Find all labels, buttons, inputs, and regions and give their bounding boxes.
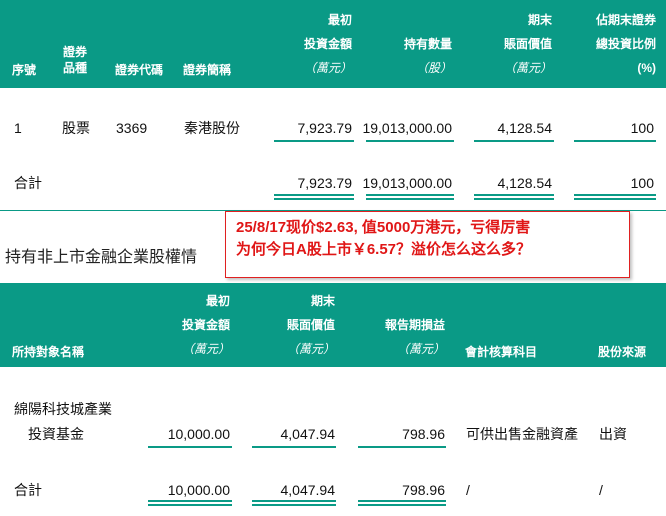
t1-header-ratio-l2: 總投資比例 <box>595 37 656 51</box>
t1-row-name: 秦港股份 <box>184 120 240 136</box>
t1-total-book: 4,128.54 <box>497 175 553 191</box>
t2-row-underline-book <box>252 446 336 448</box>
t1-total-underline-cost <box>274 194 354 200</box>
t1-header-ratio-l1: 佔期末證券 <box>595 13 656 27</box>
t1-header-cost: 最初 投資金額 （萬元） <box>262 12 352 76</box>
t1-row-code: 3369 <box>116 120 148 136</box>
t2-total-pl: 798.96 <box>402 482 445 498</box>
t2-row-acct: 可供出售金融資產 <box>466 426 578 442</box>
t1-row-book: 4,128.54 <box>497 120 553 136</box>
t2-header-pl: 報告期損益 （萬元） <box>350 317 445 357</box>
t2-row-source: 出資 <box>599 426 627 442</box>
t1-header-ratio: 佔期末證券 總投資比例 (%) <box>562 12 656 76</box>
t2-row-pl: 798.96 <box>402 426 445 442</box>
t2-header-book-l1: 期末 <box>310 294 335 308</box>
t1-header-book-l2: 賬面價值 <box>503 37 552 51</box>
t1-total-underline-ratio <box>574 194 656 200</box>
t2-header-source: 股份來源 <box>598 345 647 359</box>
section2-title: 持有非上市金融企業股權情 <box>5 249 198 266</box>
t1-header-cost-unit: （萬元） <box>303 61 352 75</box>
t1-row-underline-cost <box>274 140 354 142</box>
t1-row-seq: 1 <box>14 120 22 136</box>
t2-header-cost-unit: （萬元） <box>181 342 230 356</box>
t2-row-underline-pl <box>358 446 446 448</box>
t2-header-pl-unit: （萬元） <box>396 342 445 356</box>
t1-row-ratio: 100 <box>630 120 654 136</box>
t1-total-cost: 7,923.79 <box>297 175 353 191</box>
t2-header-pl-l1: 報告期損益 <box>384 318 445 332</box>
t2-header-cost-l1: 最初 <box>205 294 230 308</box>
t2-header-book-l2: 賬面價值 <box>286 318 335 332</box>
t2-row-name-l1: 綿陽科技城產業 <box>14 401 112 417</box>
t1-row-qty: 19,013,000.00 <box>362 120 452 136</box>
note-line2: 为何今日A股上市￥6.57？溢价怎么这么多？ <box>236 241 532 258</box>
t1-header-seq: 序號 <box>12 63 37 77</box>
t1-header-code: 證券代碼 <box>115 63 164 77</box>
t1-row-type: 股票 <box>62 120 90 136</box>
t1-total-ratio: 100 <box>630 175 654 191</box>
t1-total-label: 合計 <box>14 175 42 191</box>
t2-total-underline-cost <box>148 500 232 506</box>
t2-header-cost: 最初 投資金額 （萬元） <box>140 293 230 357</box>
t2-row-book: 4,047.94 <box>280 426 336 442</box>
t1-header-book: 期末 賬面價值 （萬元） <box>462 12 552 76</box>
t2-header-book: 期末 賬面價值 （萬元） <box>245 293 335 357</box>
t1-row-underline-qty <box>366 140 454 142</box>
t2-header-name: 所持對象名稱 <box>12 345 85 359</box>
t1-header-cost-l2: 投資金額 <box>303 37 352 51</box>
note-line1: 25/8/17现价$2.63, 值5000万港元，亏得厉害 <box>236 219 531 236</box>
t2-total-acct: / <box>466 482 470 498</box>
t1-total-underline-qty <box>366 194 454 200</box>
t1-header-book-unit: （萬元） <box>503 61 552 75</box>
t1-header-type: 證券 品種 <box>55 44 95 76</box>
t1-row-cost: 7,923.79 <box>297 120 353 136</box>
t2-row-name-l2: 投資基金 <box>28 426 84 442</box>
t1-header-qty-unit: （股） <box>415 61 452 75</box>
t2-total-book: 4,047.94 <box>280 482 336 498</box>
t2-row-cost: 10,000.00 <box>167 426 230 442</box>
t1-header-book-l1: 期末 <box>527 13 552 27</box>
t2-header-book-unit: （萬元） <box>286 342 335 356</box>
t1-header-type-l1: 證券 <box>62 45 87 59</box>
t1-total-underline-book <box>474 194 554 200</box>
t2-header-cost-l2: 投資金額 <box>181 318 230 332</box>
annotation-note: 25/8/17现价$2.63, 值5000万港元，亏得厉害 为何今日A股上市￥6… <box>225 211 630 278</box>
t2-total-underline-book <box>252 500 336 506</box>
t2-total-underline-pl <box>358 500 446 506</box>
t2-total-source: / <box>599 482 603 498</box>
t1-row-underline-book <box>474 140 554 142</box>
t1-header-type-l2: 品種 <box>62 61 87 75</box>
t1-header-name: 證券簡稱 <box>183 63 232 77</box>
t2-row-underline-cost <box>148 446 232 448</box>
t2-total-cost: 10,000.00 <box>167 482 230 498</box>
t2-total-label: 合計 <box>14 482 42 498</box>
t1-row-underline-ratio <box>574 140 656 142</box>
t1-total-qty: 19,013,000.00 <box>362 175 452 191</box>
t1-header-ratio-unit: (%) <box>637 61 656 75</box>
t2-header-acct: 會計核算科目 <box>465 345 538 359</box>
t1-header-cost-l1: 最初 <box>327 13 352 27</box>
t1-header-qty-l1: 持有數量 <box>403 37 452 51</box>
t1-header-qty: 持有數量 （股） <box>362 36 452 76</box>
